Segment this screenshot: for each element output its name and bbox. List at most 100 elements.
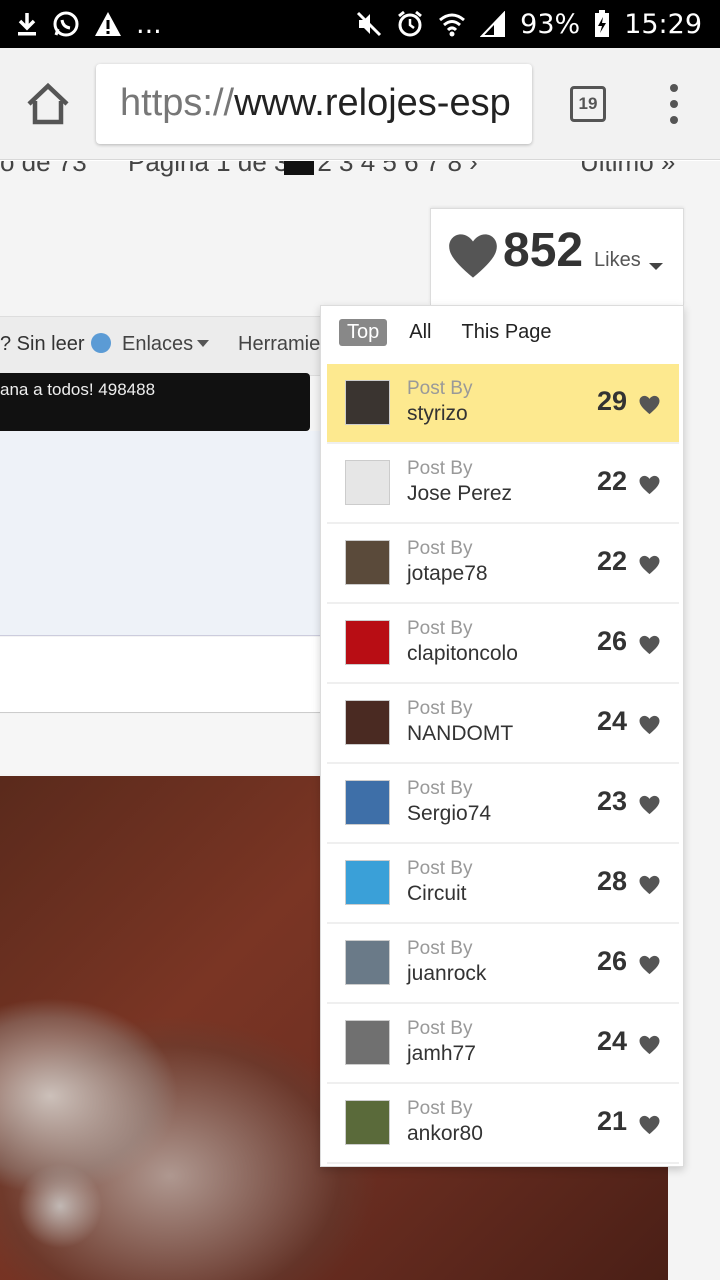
heart-icon [639, 1035, 660, 1055]
heart-icon [639, 875, 660, 895]
list-item[interactable]: Post By Circuit 28 [327, 844, 679, 924]
content-spacer [0, 714, 330, 774]
likes-count: 852 [503, 224, 584, 277]
battery-charging-icon [594, 10, 610, 38]
username-link[interactable]: Sergio74 [407, 802, 491, 826]
tab-all[interactable]: All [401, 319, 439, 346]
whatsapp-icon [52, 10, 80, 38]
avatar[interactable] [345, 620, 390, 665]
clock: 15:29 [624, 8, 702, 40]
menu-dot [670, 100, 678, 108]
forum-nav-bar: ? Sin leer Enlaces Herramie [0, 316, 330, 376]
web-page: o de 73 Página 1 de 3 1 2 3 4 5 6 7 8 › … [0, 161, 720, 1280]
heart-icon [639, 555, 660, 575]
alarm-icon [396, 10, 424, 38]
username-link[interactable]: ankor80 [407, 1122, 483, 1146]
likes-list: Post By styrizo 29 Post By Jose Perez 22 Post … [327, 364, 679, 1164]
post-by-label: Post By [407, 378, 473, 399]
signal-icon [480, 11, 506, 37]
content-divider [0, 637, 330, 713]
username-link[interactable]: juanrock [407, 962, 486, 986]
list-item[interactable]: Post By juanrock 26 [327, 924, 679, 1004]
list-item[interactable]: Post By Jose Perez 22 [327, 444, 679, 524]
avatar[interactable] [345, 380, 390, 425]
nav-unread-label: ? Sin leer [0, 333, 85, 355]
likes-label: Likes [594, 249, 641, 271]
nav-unread[interactable]: ? Sin leer [0, 333, 111, 356]
avatar[interactable] [345, 780, 390, 825]
list-item[interactable]: Post By NANDOMT 24 [327, 684, 679, 764]
tab-switcher-button[interactable]: 19 [570, 86, 606, 122]
list-item[interactable]: Post By clapitoncolo 26 [327, 604, 679, 684]
post-by-label: Post By [407, 858, 473, 879]
post-by-label: Post By [407, 938, 473, 959]
heart-icon [639, 1115, 660, 1135]
like-count: 24 [597, 706, 628, 736]
like-count: 24 [597, 1026, 628, 1056]
like-count: 21 [597, 1106, 628, 1136]
status-right-icons: 93% 15:29 [356, 9, 702, 40]
download-icon [16, 11, 38, 37]
post-by-label: Post By [407, 778, 473, 799]
unread-badge-icon [90, 333, 111, 353]
post-by-label: Post By [407, 618, 473, 639]
like-count: 23 [597, 786, 628, 816]
heart-icon [449, 234, 497, 278]
avatar[interactable] [345, 700, 390, 745]
list-item[interactable]: Post By styrizo 29 [327, 364, 679, 444]
username-link[interactable]: jotape78 [407, 562, 488, 586]
likes-toggle[interactable]: 852 Likes [430, 208, 684, 305]
post-by-label: Post By [407, 538, 473, 559]
list-item[interactable]: Post By ankor80 21 [327, 1084, 679, 1164]
post-by-label: Post By [407, 458, 473, 479]
username-link[interactable]: Circuit [407, 882, 467, 906]
username-link[interactable]: NANDOMT [407, 722, 513, 746]
likes-dropdown: Top All This Page Post By styrizo 29 Post B… [320, 305, 684, 1167]
pager-last-link[interactable]: Último » [580, 161, 675, 177]
warning-icon [94, 11, 122, 37]
heart-icon [639, 795, 660, 815]
caret-down-icon [649, 263, 663, 270]
avatar[interactable] [345, 860, 390, 905]
url-host: www.relojes-esp [234, 82, 511, 124]
list-item[interactable]: Post By jamh77 24 [327, 1004, 679, 1084]
tab-this-page[interactable]: This Page [453, 319, 559, 346]
mute-icon [356, 11, 382, 37]
status-bar: ... 93% 15:29 [0, 0, 720, 48]
username-link[interactable]: clapitoncolo [407, 642, 518, 666]
avatar[interactable] [345, 940, 390, 985]
like-count: 22 [597, 466, 628, 496]
list-item[interactable]: Post By Sergio74 23 [327, 764, 679, 844]
avatar[interactable] [345, 540, 390, 585]
tab-top[interactable]: Top [339, 318, 388, 346]
heart-icon [639, 395, 660, 415]
username-link[interactable]: Jose Perez [407, 482, 512, 506]
heart-icon [639, 715, 660, 735]
browser-menu-button[interactable] [664, 84, 684, 124]
pager-current-page [284, 161, 314, 175]
nav-tools-menu[interactable]: Herramie [238, 333, 320, 356]
url-scheme: https:// [120, 82, 235, 124]
status-overflow: ... [136, 8, 162, 40]
home-button[interactable] [24, 82, 72, 126]
battery-percent: 93% [520, 8, 581, 40]
pager-left-text: o de 73 [0, 161, 87, 177]
like-count: 22 [597, 546, 628, 576]
menu-dot [670, 84, 678, 92]
avatar[interactable] [345, 460, 390, 505]
home-icon [27, 82, 69, 125]
pagination: o de 73 Página 1 de 3 1 2 3 4 5 6 7 8 › … [0, 161, 690, 177]
like-count: 29 [597, 386, 628, 416]
username-link[interactable]: styrizo [407, 402, 468, 426]
username-link[interactable]: jamh77 [407, 1042, 476, 1066]
heart-icon [639, 955, 660, 975]
like-count: 28 [597, 866, 628, 896]
list-item[interactable]: Post By jotape78 22 [327, 524, 679, 604]
page-right-edge [686, 209, 720, 1280]
content-panel [0, 431, 330, 636]
nav-links-menu[interactable]: Enlaces [122, 333, 210, 356]
address-bar[interactable]: https://www.relojes-esp [96, 64, 532, 144]
post-by-label: Post By [407, 1018, 473, 1039]
avatar[interactable] [345, 1100, 390, 1145]
avatar[interactable] [345, 1020, 390, 1065]
